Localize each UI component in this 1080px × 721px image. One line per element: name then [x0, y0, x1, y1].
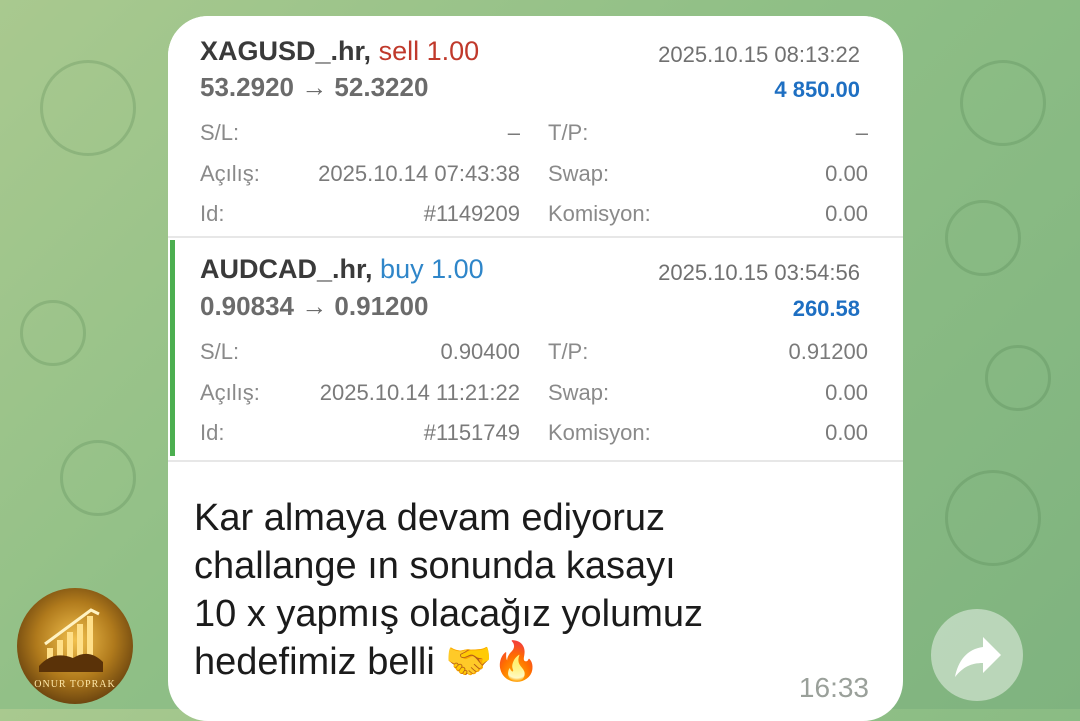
trade-symbol-line: XAGUSD_.hr, sell 1.00 — [200, 36, 479, 67]
open-label: Açılış: — [200, 380, 260, 405]
commission-label: Komisyon: — [548, 420, 651, 445]
trade-divider — [168, 460, 903, 462]
message-text: Kar almaya devam ediyoruz challange ın s… — [194, 494, 703, 686]
share-arrow-icon — [955, 637, 1001, 677]
swap-label: Swap: — [548, 161, 610, 186]
tp-value: – — [855, 120, 868, 145]
tp-value: 0.91200 — [788, 339, 868, 364]
message-bubble[interactable]: XAGUSD_.hr, sell 1.00 2025.10.15 08:13:2… — [168, 16, 903, 721]
id-label: Id: — [200, 420, 225, 445]
tp-label: T/P: — [548, 339, 589, 364]
trade-prices: 0.90834 → 0.91200 — [200, 291, 429, 321]
swap-value: 0.00 — [825, 380, 868, 405]
trade-symbol: AUDCAD_.hr, — [200, 254, 373, 284]
trade-symbol: XAGUSD_.hr, — [200, 36, 372, 66]
trade-accent — [170, 18, 175, 232]
open-label: Açılış: — [200, 161, 260, 186]
trade-close-time: 2025.10.15 03:54:56 — [658, 260, 860, 285]
sender-avatar[interactable]: ONUR TOPRAK — [17, 588, 133, 704]
open-value: 2025.10.14 11:21:22 — [319, 380, 520, 405]
background-doodle — [20, 300, 86, 366]
background-doodle — [945, 470, 1041, 566]
message-line: Kar almaya devam ediyoruz — [194, 497, 665, 539]
trade-accent — [170, 240, 175, 456]
sl-label: S/L: — [200, 120, 240, 145]
background-doodle — [985, 345, 1051, 411]
avatar-label: ONUR TOPRAK — [34, 679, 116, 690]
background-doodle — [40, 60, 136, 156]
message-time: 16:33 — [798, 672, 869, 703]
share-button[interactable] — [931, 609, 1023, 701]
id-value: #1149209 — [423, 201, 520, 226]
commission-value: 0.00 — [825, 420, 868, 445]
trade-profit: 4 850.00 — [774, 77, 860, 102]
trade-close-time: 2025.10.15 08:13:22 — [658, 42, 860, 67]
commission-label: Komisyon: — [548, 201, 651, 226]
sl-value: – — [507, 120, 520, 145]
open-value: 2025.10.14 07:43:38 — [318, 161, 520, 186]
background-doodle — [960, 60, 1046, 146]
sl-label: S/L: — [200, 339, 240, 364]
swap-label: Swap: — [548, 380, 610, 405]
message-line: 10 x yapmış olacağız yolumuz — [194, 593, 704, 635]
background-doodle — [945, 200, 1021, 276]
message-line: hedefimiz belli 🤝🔥 — [194, 641, 540, 683]
background-doodle — [60, 440, 136, 516]
trade-prices: 53.2920 → 52.3220 — [200, 72, 429, 102]
message-line: challange ın sonunda kasayı — [194, 545, 676, 587]
trade-side: sell 1.00 — [378, 36, 480, 66]
trade-card[interactable]: AUDCAD_.hr, buy 1.00 2025.10.15 03:54:56… — [168, 238, 896, 462]
swap-value: 0.00 — [825, 161, 868, 186]
id-label: Id: — [200, 201, 225, 226]
id-value: #1151749 — [423, 420, 520, 445]
sl-value: 0.90400 — [440, 339, 520, 364]
trade-card[interactable]: XAGUSD_.hr, sell 1.00 2025.10.15 08:13:2… — [168, 16, 896, 238]
tp-label: T/P: — [548, 120, 589, 145]
commission-value: 0.00 — [825, 201, 868, 226]
trade-side: buy 1.00 — [380, 254, 484, 284]
trade-profit: 260.58 — [792, 296, 860, 321]
trade-symbol-line: AUDCAD_.hr, buy 1.00 — [200, 254, 484, 285]
